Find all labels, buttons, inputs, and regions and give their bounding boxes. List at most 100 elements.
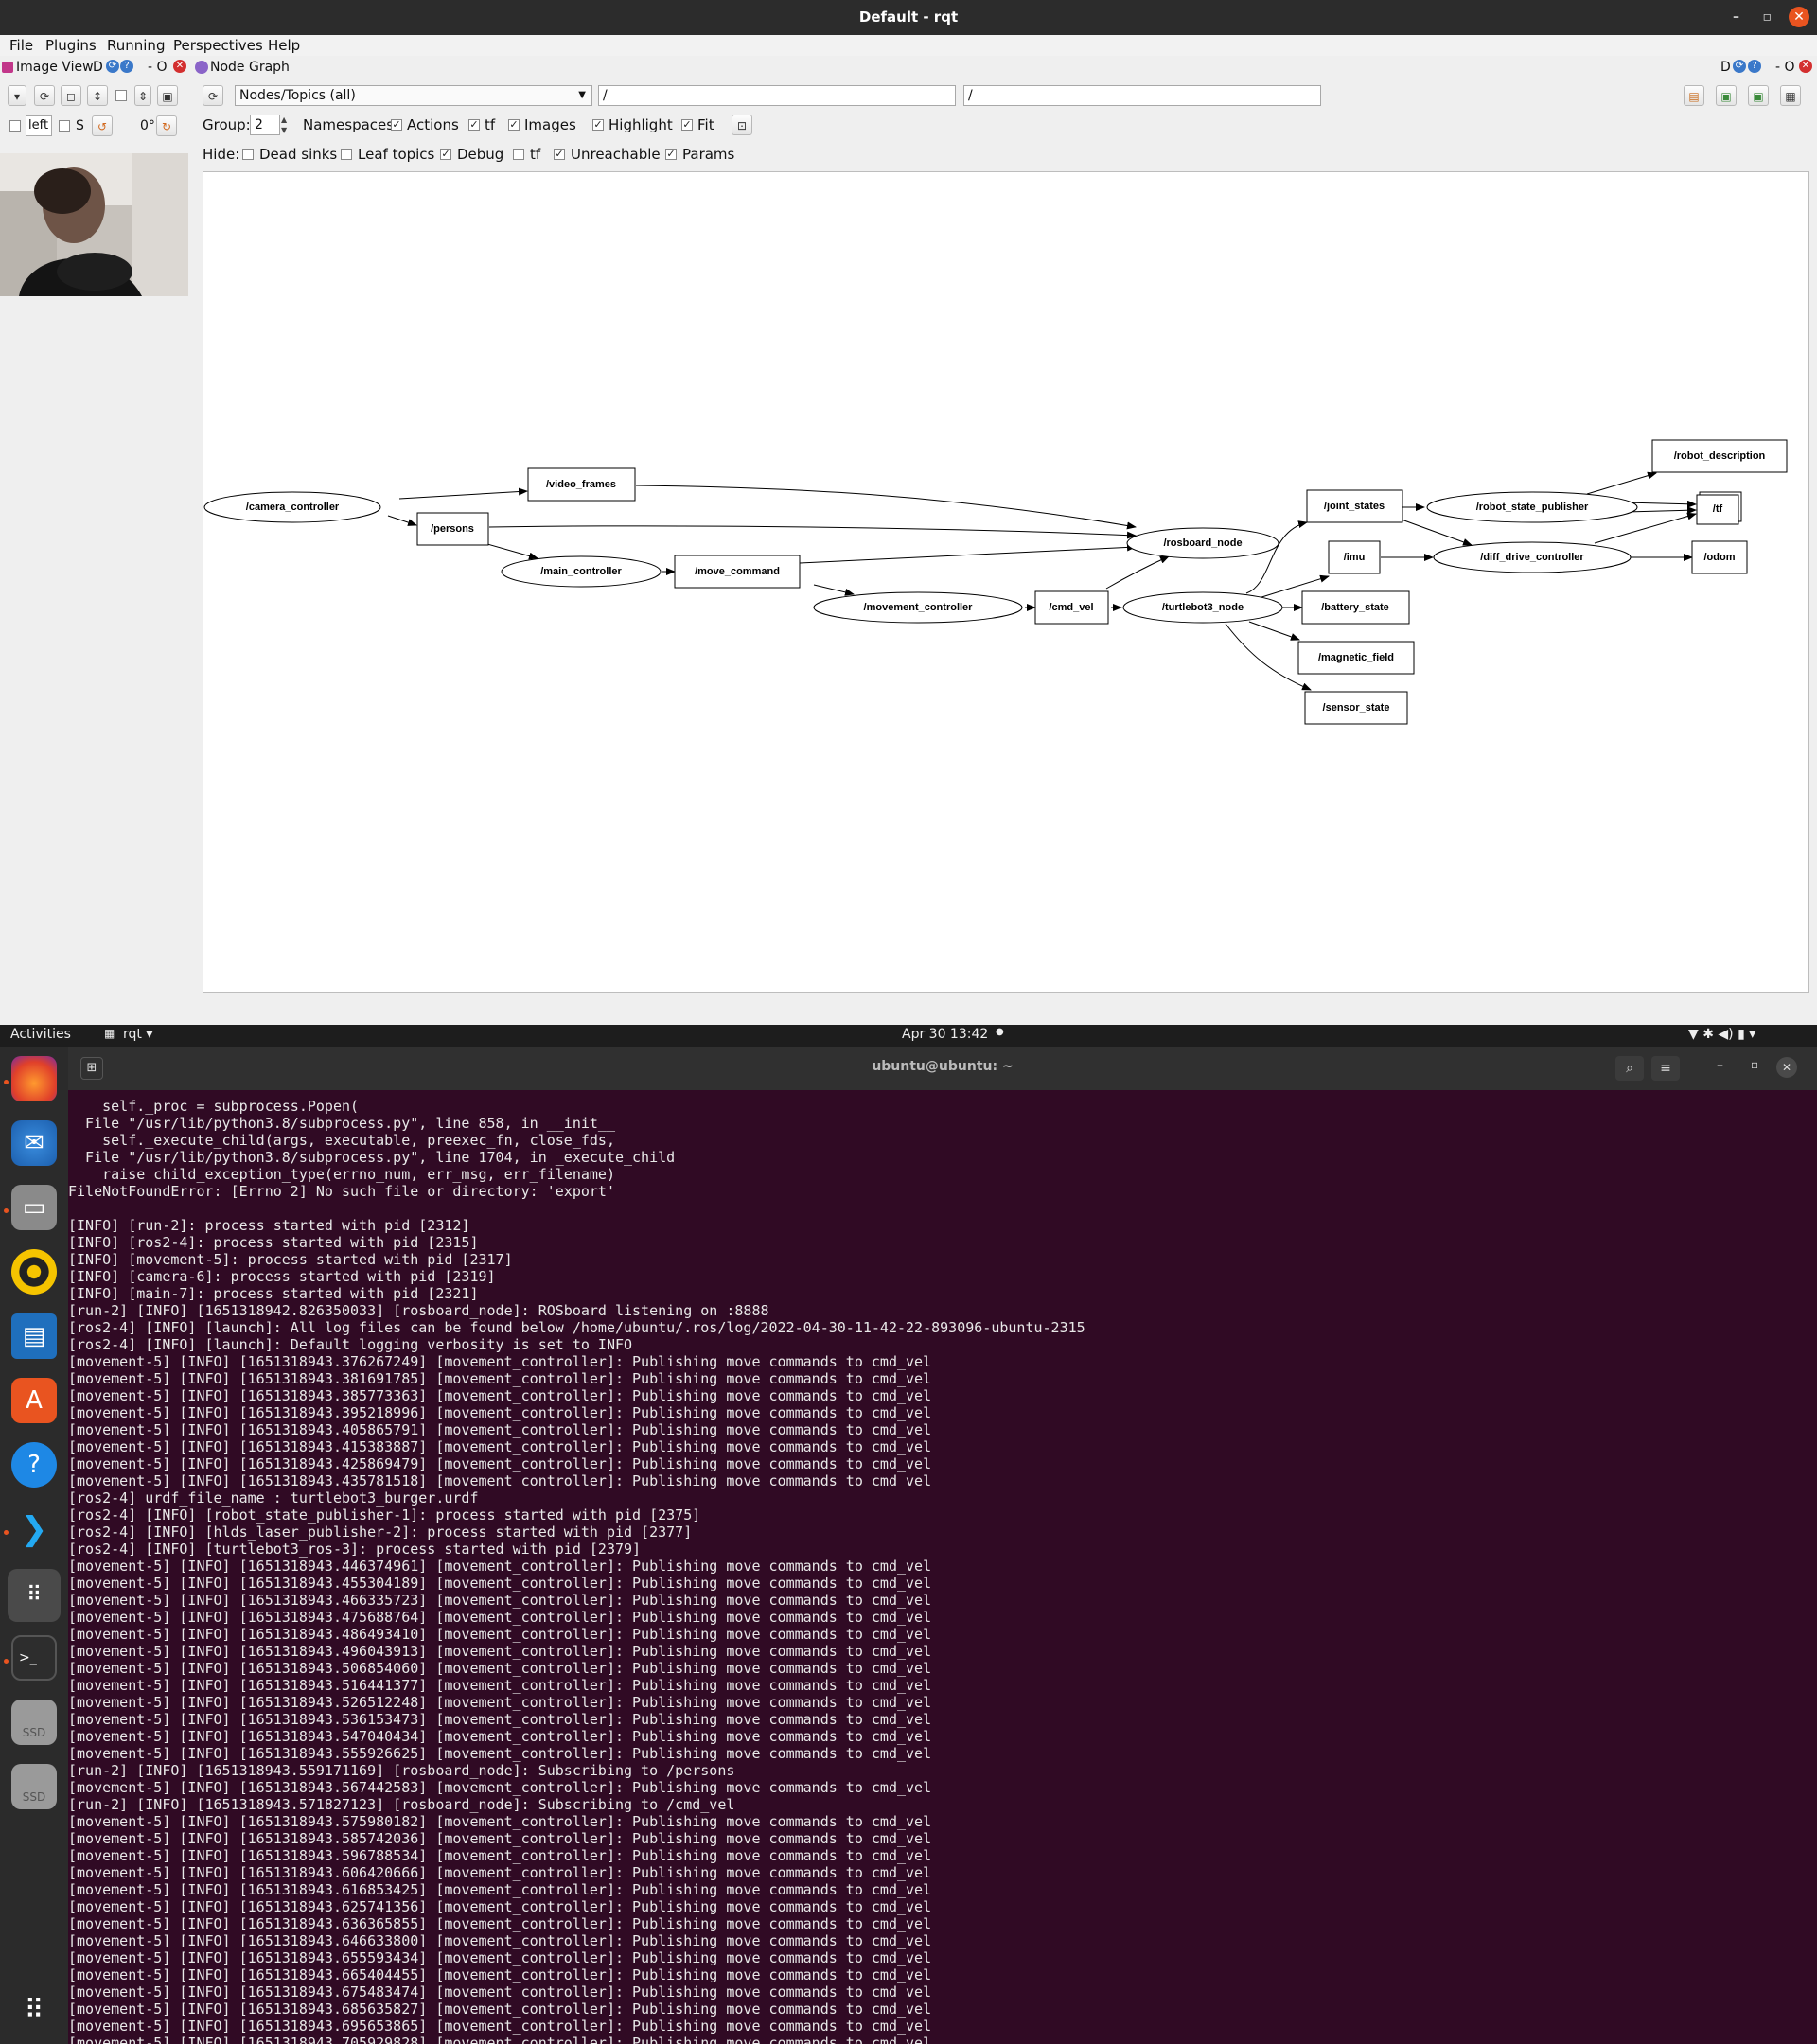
maximize-button[interactable]: ▫ (1763, 0, 1773, 35)
unreachable-checkbox[interactable]: ✓ (554, 149, 565, 160)
namespaces-label: Namespaces (303, 116, 395, 133)
terminal-line: [movement-5] [INFO] [1651318943.38169178… (68, 1370, 932, 1387)
fit-view-button[interactable]: ⊡ (732, 115, 752, 135)
topic-filter-input[interactable]: / (963, 85, 1321, 106)
terminal-icon[interactable]: >_ (11, 1635, 57, 1681)
minimize-button[interactable]: – (1733, 0, 1739, 35)
vscode-icon[interactable]: ❯ (11, 1507, 57, 1552)
graph-type-select[interactable]: Nodes/Topics (all) ▼ (235, 85, 592, 106)
rotate-right-button[interactable]: ↻ (156, 115, 177, 136)
terminal-line: [movement-5] [INFO] [1651318943.55592662… (68, 1745, 932, 1762)
terminal-line: [movement-5] [INFO] [1651318943.57598018… (68, 1813, 932, 1830)
terminal-line: [movement-5] [INFO] [1651318943.40586579… (68, 1421, 932, 1438)
image-view-dock-letter[interactable]: D (93, 59, 103, 76)
terminal-line: [ros2-4] [INFO] [launch]: Default loggin… (68, 1336, 633, 1353)
spin-stepper[interactable]: ⇕ (134, 85, 151, 106)
node-graph-dock-letter[interactable]: D (1720, 59, 1731, 76)
app-menu[interactable]: rqt ▾ (123, 1027, 152, 1042)
camera-image (0, 153, 188, 296)
terminal-line: [movement-5] [INFO] [1651318943.70592982… (68, 2035, 932, 2044)
mouse-publish-checkbox[interactable] (9, 120, 21, 132)
terminal-close-button[interactable]: ✕ (1776, 1057, 1797, 1078)
save-image-icon[interactable]: ▦ (1780, 85, 1801, 106)
image-view-close-icon[interactable]: ✕ (173, 60, 186, 73)
search-icon[interactable]: ⌕ (1615, 1056, 1644, 1081)
debug-checkbox[interactable]: ✓ (440, 149, 451, 160)
refresh-topics-button[interactable]: ⟳ (34, 85, 55, 106)
highlight-checkbox[interactable]: ✓ (592, 119, 604, 131)
refresh-graph-button[interactable]: ⟳ (203, 85, 223, 106)
show-applications-icon[interactable]: ⠿ (11, 1987, 57, 2033)
menu-plugins[interactable]: Plugins (45, 35, 97, 56)
image-view-dock-controls[interactable]: - O (148, 59, 168, 76)
close-button[interactable]: ✕ (1789, 7, 1809, 27)
terminal-maximize-button[interactable]: ▫ (1751, 1058, 1758, 1071)
reload-icon[interactable]: ⟳ (106, 60, 119, 73)
leaf-topics-checkbox[interactable] (341, 149, 352, 160)
dead-sinks-checkbox[interactable] (242, 149, 254, 160)
save-image-button[interactable]: ▣ (157, 85, 178, 106)
software-icon[interactable]: A (11, 1378, 57, 1423)
show-apps-active-icon[interactable]: ⠿ (8, 1569, 61, 1622)
menubar: File Plugins Running Perspectives Help (0, 35, 1817, 56)
terminal-line: [INFO] [run-2]: process started with pid… (68, 1217, 470, 1234)
smooth-label: S (76, 118, 84, 133)
firefox-icon[interactable] (11, 1056, 57, 1101)
menu-help[interactable]: Help (268, 35, 300, 56)
terminal-line: File "/usr/lib/python3.8/subprocess.py",… (68, 1115, 615, 1132)
images-checkbox[interactable]: ✓ (508, 119, 520, 131)
label-magnetic-field: /magnetic_field (1318, 652, 1394, 663)
terminal-line: [ros2-4] [INFO] [turtlebot3_ros-3]: proc… (68, 1541, 642, 1558)
graph-canvas[interactable]: /camera_controller /video_frames /person… (203, 171, 1809, 993)
hide-label: Hide: (203, 146, 240, 163)
rotate-left-button[interactable]: ↺ (92, 115, 113, 136)
node-filter-input[interactable]: / (598, 85, 956, 106)
load-dot-icon[interactable]: ▤ (1684, 85, 1704, 106)
save-dot-icon[interactable]: ▣ (1716, 85, 1737, 106)
fit-checkbox[interactable]: ✓ (681, 119, 693, 131)
help-icon[interactable]: ? (11, 1442, 57, 1488)
activities-button[interactable]: Activities (10, 1027, 71, 1042)
writer-icon[interactable]: ▤ (11, 1313, 57, 1359)
topic-dropdown-button[interactable]: ▾ (8, 85, 26, 106)
label-imu: /imu (1344, 552, 1366, 563)
system-indicators[interactable]: ▼ ✱ ◀) ▮ ▾ (1688, 1027, 1755, 1042)
hide-tf-checkbox[interactable] (513, 149, 524, 160)
params-checkbox[interactable]: ✓ (665, 149, 677, 160)
ssd-drive-icon[interactable]: SSD (11, 1700, 57, 1745)
tf-checkbox[interactable]: ✓ (468, 119, 480, 131)
label-robot-state-publisher: /robot_state_publisher (1476, 502, 1589, 513)
edge (1248, 621, 1300, 641)
topic-suffix-field[interactable]: left (26, 115, 52, 136)
terminal-minimize-button[interactable]: – (1717, 1058, 1723, 1073)
terminal-line: [movement-5] [INFO] [1651318943.64663380… (68, 1932, 932, 1949)
reload-icon[interactable]: ⟳ (1733, 60, 1746, 73)
clock[interactable]: Apr 30 13:42 (902, 1027, 988, 1042)
window-title: Default - rqt (858, 9, 959, 26)
window-titlebar: Default - rqt – ▫ ✕ (0, 0, 1817, 35)
actions-checkbox[interactable]: ✓ (391, 119, 402, 131)
save-svg-icon[interactable]: ▣ (1748, 85, 1769, 106)
edge (1105, 555, 1170, 590)
menu-running[interactable]: Running (107, 35, 165, 56)
smooth-checkbox[interactable] (59, 120, 70, 132)
group-depth-spinbox[interactable]: 2 (250, 115, 280, 135)
hamburger-menu-icon[interactable]: ≡ (1651, 1056, 1680, 1081)
fit-label: Fit (697, 116, 714, 133)
menu-file[interactable]: File (9, 35, 33, 56)
spinbox-arrows-icon[interactable]: ▲ ▼ (281, 115, 291, 135)
terminal-output[interactable]: self._proc = subprocess.Popen( File "/us… (68, 1090, 1817, 2044)
node-graph-close-icon[interactable]: ✕ (1799, 60, 1812, 73)
node-graph-dock-controls[interactable]: - O (1775, 59, 1795, 76)
files-icon[interactable]: ▭ (11, 1185, 57, 1230)
dynamic-range-button[interactable]: ↕ (87, 85, 108, 106)
menu-perspectives[interactable]: Perspectives (173, 35, 263, 56)
rhythmbox-icon[interactable] (11, 1249, 57, 1295)
help-icon[interactable]: ? (1748, 60, 1761, 73)
ssd-drive-icon[interactable]: SSD (11, 1764, 57, 1809)
terminal-line: [INFO] [camera-6]: process started with … (68, 1268, 496, 1285)
thunderbird-icon[interactable]: ✉ (11, 1120, 57, 1166)
zoom-button[interactable]: ◻ (61, 85, 81, 106)
option-checkbox[interactable] (115, 90, 127, 101)
help-icon[interactable]: ? (120, 60, 133, 73)
